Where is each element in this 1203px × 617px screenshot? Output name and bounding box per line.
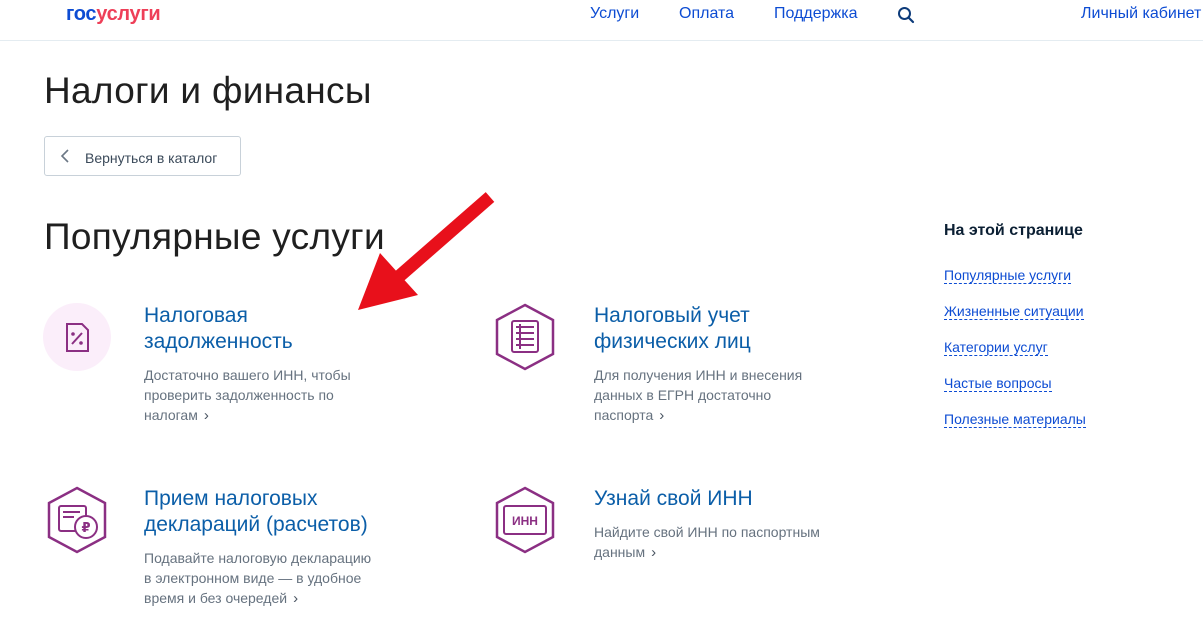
card-tax-debt-title[interactable]: Налоговая задолженность xyxy=(144,303,293,355)
toc-link-faq[interactable]: Частые вопросы xyxy=(944,375,1052,392)
nav-payment-link[interactable]: Оплата xyxy=(679,5,734,23)
toc-link-service-categories[interactable]: Категории услуг xyxy=(944,339,1048,356)
annotation-arrow-icon xyxy=(358,192,495,310)
section-title: Популярные услуги xyxy=(44,216,385,257)
back-to-catalog-button[interactable]: Вернуться в каталог xyxy=(44,136,241,176)
page-title: Налоги и финансы xyxy=(44,70,372,111)
card-tax-debt-description: Достаточно вашего ИНН, чтобы проверить з… xyxy=(144,367,351,426)
chevron-right-icon[interactable]: › xyxy=(293,589,298,609)
tax-debt-icon[interactable] xyxy=(42,302,112,372)
back-button-label: Вернуться в каталог xyxy=(85,150,218,166)
card-tax-accounting-title[interactable]: Налоговый учет физических лиц xyxy=(594,303,751,355)
chevron-right-icon[interactable]: › xyxy=(659,406,664,426)
search-icon[interactable] xyxy=(897,6,915,24)
toc-title: На этой странице xyxy=(944,222,1083,239)
card-find-inn-title[interactable]: Узнай свой ИНН xyxy=(594,486,753,512)
nav-support-link[interactable]: Поддержка xyxy=(774,5,857,23)
svg-text:ИНН: ИНН xyxy=(512,514,538,528)
ruble-declaration-icon[interactable]: ₽ xyxy=(42,485,112,555)
gosuslugi-logo[interactable]: госуслуги xyxy=(66,3,161,26)
toc-link-life-situations[interactable]: Жизненные ситуации xyxy=(944,303,1084,320)
chevron-right-icon[interactable]: › xyxy=(204,406,209,426)
card-find-inn-description: Найдите свой ИНН по паспортным данным › xyxy=(594,524,820,563)
top-header: госуслуги Услуги Оплата Поддержка Личный… xyxy=(0,0,1203,41)
svg-text:₽: ₽ xyxy=(81,521,90,536)
card-tax-accounting-description: Для получения ИНН и внесения данных в ЕГ… xyxy=(594,367,803,426)
abacus-icon[interactable] xyxy=(490,302,560,372)
toc-link-popular-services[interactable]: Популярные услуги xyxy=(944,267,1072,284)
account-link[interactable]: Личный кабинет xyxy=(1081,5,1201,23)
card-declarations-title[interactable]: Прием налоговых деклараций (расчетов) xyxy=(144,486,368,538)
chevron-left-icon xyxy=(60,149,69,163)
inn-card-icon[interactable]: ИНН xyxy=(490,485,560,555)
toc-link-useful-materials[interactable]: Полезные материалы xyxy=(944,411,1086,428)
nav-services-link[interactable]: Услуги xyxy=(590,5,639,23)
chevron-right-icon[interactable]: › xyxy=(651,543,656,563)
card-declarations-description: Подавайте налоговую декларацию в электро… xyxy=(144,550,372,609)
